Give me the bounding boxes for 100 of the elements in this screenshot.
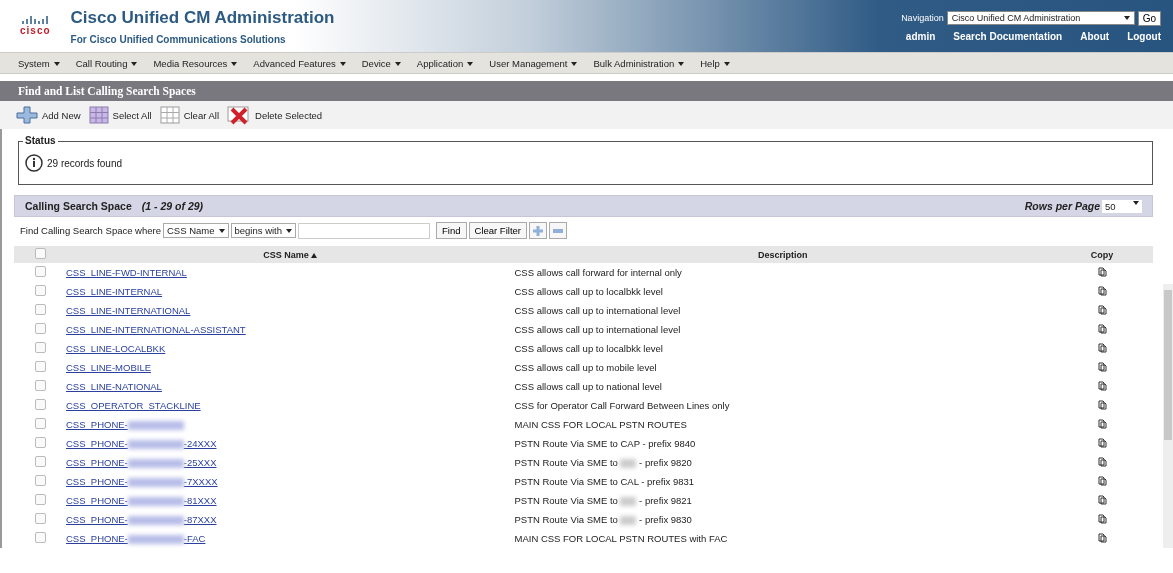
toolbar-button[interactable]: Add New [16, 106, 81, 124]
navigation-dropdown[interactable]: Cisco Unified CM Administration [946, 11, 1135, 25]
menu-item[interactable]: User Management [489, 57, 578, 69]
copy-icon[interactable] [1097, 456, 1107, 467]
filter-label: Find Calling Search Space where [20, 225, 161, 236]
copy-icon[interactable] [1097, 361, 1107, 372]
page-title-bar: Find and List Calling Search Spaces [0, 81, 1173, 101]
plus-icon [533, 225, 543, 236]
css-name-link[interactable]: CSS_LINE-NATIONAL [66, 381, 162, 392]
redaction-blur [127, 459, 184, 468]
menu-item[interactable]: Media Resources [153, 57, 238, 69]
header-link[interactable]: Search Documentation [953, 30, 1063, 42]
info-icon [25, 154, 43, 172]
operator-dropdown[interactable]: begins with [230, 223, 297, 238]
css-name-link[interactable]: CSS_LINE-FWD-INTERNAL [66, 267, 187, 278]
css-name-link[interactable]: CSS_LINE-MOBILE [66, 362, 151, 373]
menu-item[interactable]: Help [700, 57, 730, 69]
css-name-link[interactable]: CSS_OPERATOR_STACKLINE [66, 400, 201, 411]
row-checkbox[interactable] [34, 361, 46, 372]
rows-per-page-dropdown[interactable]: 50 [1102, 199, 1142, 213]
menu-item[interactable]: System [18, 57, 60, 69]
copy-icon[interactable] [1097, 342, 1107, 353]
redaction-blur [127, 478, 184, 487]
search-field[interactable] [298, 222, 431, 239]
copy-icon[interactable] [1097, 285, 1107, 296]
row-checkbox[interactable] [34, 494, 46, 505]
copy-icon[interactable] [1097, 399, 1107, 410]
toolbar-button[interactable]: Delete Selected [227, 105, 323, 125]
toolbar-button[interactable]: Clear All [159, 106, 219, 124]
copy-icon[interactable] [1097, 513, 1107, 524]
row-checkbox[interactable] [34, 475, 46, 486]
menu-item[interactable]: Advanced Features [253, 57, 346, 69]
row-checkbox[interactable] [34, 456, 46, 467]
row-checkbox[interactable] [34, 342, 46, 353]
remove-criteria-button[interactable] [549, 222, 567, 239]
row-checkbox[interactable] [34, 399, 46, 410]
css-name-link[interactable]: CSS_LINE-INTERNATIONAL-ASSISTANT [66, 324, 246, 335]
copy-icon[interactable] [1097, 323, 1107, 334]
css-name-link[interactable]: CSS_LINE-INTERNATIONAL [66, 305, 191, 316]
copy-icon[interactable] [1097, 380, 1107, 391]
css-name-link[interactable]: CSS_LINE-LOCALBKK [66, 343, 166, 354]
navigation-label: Navigation [901, 13, 944, 23]
menu-item[interactable]: Application [416, 57, 474, 69]
copy-icon[interactable] [1097, 532, 1107, 543]
row-checkbox[interactable] [34, 418, 46, 429]
app-title: Cisco Unified CM Administration [70, 7, 336, 28]
redaction-blur [127, 497, 184, 506]
delete-icon [227, 105, 251, 125]
css-name-link[interactable]: CSS_PHONE- [66, 419, 184, 430]
description-text: CSS allows call up to mobile level [514, 362, 657, 373]
description-text: CSS for Operator Call Forward Between Lines only [514, 400, 730, 411]
description-text: CSS allows call forward for internal only [514, 267, 682, 278]
status-legend: Status [23, 135, 58, 146]
toolbar-button[interactable]: Select All [88, 106, 152, 124]
description-text: PSTN Route Via SME to - prefix 9830 [514, 514, 692, 525]
scrollbar[interactable] [1163, 284, 1173, 548]
field-dropdown[interactable]: CSS Name [163, 223, 229, 238]
minus-icon [553, 228, 563, 233]
row-checkbox[interactable] [34, 323, 46, 334]
description-text: CSS allows call up to localbkk level [514, 343, 663, 354]
header-link[interactable]: About [1080, 30, 1110, 42]
description-text: MAIN CSS FOR LOCAL PSTN ROUTES with FAC [514, 533, 728, 544]
css-name-link[interactable]: CSS_PHONE- -24XXX [66, 438, 217, 449]
column-header[interactable]: Copy [1090, 249, 1114, 260]
css-name-link[interactable]: CSS_PHONE- -FAC [66, 533, 206, 544]
row-checkbox[interactable] [34, 266, 46, 277]
row-checkbox[interactable] [34, 285, 46, 296]
copy-icon[interactable] [1097, 304, 1107, 315]
copy-icon[interactable] [1097, 494, 1107, 505]
clear-filter-button[interactable]: Clear Filter [468, 222, 527, 239]
description-text: CSS allows call up to international level [514, 305, 681, 316]
status-message: 29 records found [47, 157, 123, 169]
find-button[interactable]: Find [436, 222, 467, 239]
select-all-checkbox[interactable] [34, 248, 46, 259]
row-checkbox[interactable] [34, 304, 46, 315]
menu-item[interactable]: Device [361, 57, 401, 69]
section-title: Calling Search Space [25, 200, 132, 212]
css-name-link[interactable]: CSS_PHONE- -87XXX [66, 514, 217, 525]
column-header[interactable]: CSS Name [263, 249, 318, 260]
copy-icon[interactable] [1097, 418, 1107, 429]
row-checkbox[interactable] [34, 513, 46, 524]
copy-icon[interactable] [1097, 475, 1107, 486]
go-button[interactable]: Go [1137, 10, 1161, 26]
copy-icon[interactable] [1097, 437, 1107, 448]
row-checkbox[interactable] [34, 437, 46, 448]
row-checkbox[interactable] [34, 380, 46, 391]
menu-item[interactable]: Bulk Administration [593, 57, 685, 69]
column-header[interactable]: Description [758, 249, 808, 260]
copy-icon[interactable] [1097, 266, 1107, 277]
add-criteria-button[interactable] [529, 222, 547, 239]
record-range: (1 - 29 of 29) [141, 200, 204, 212]
css-name-link[interactable]: CSS_PHONE- -81XXX [66, 495, 217, 506]
description-text: CSS allows call up to national level [514, 381, 662, 392]
header-link[interactable]: Logout [1127, 30, 1161, 42]
css-name-link[interactable]: CSS_PHONE- -25XXX [66, 457, 217, 468]
css-name-link[interactable]: CSS_PHONE- -7XXXX [66, 476, 218, 487]
menu-item[interactable]: Call Routing [75, 57, 138, 69]
row-checkbox[interactable] [34, 532, 46, 543]
description-text: PSTN Route Via SME to CAL - prefix 9831 [514, 476, 695, 487]
css-name-link[interactable]: CSS_LINE-INTERNAL [66, 286, 163, 297]
